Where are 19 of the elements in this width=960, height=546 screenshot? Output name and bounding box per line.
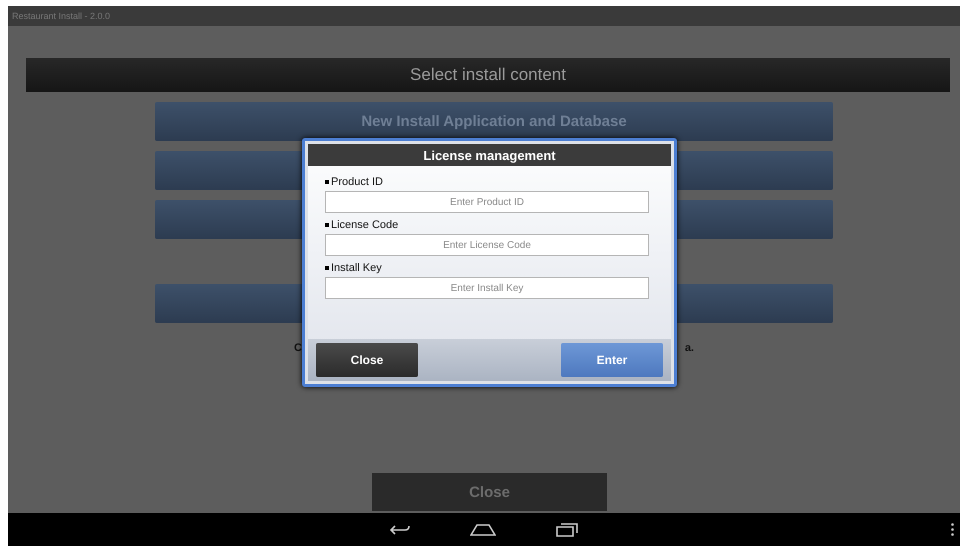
input-field[interactable]: Enter Install Key: [325, 277, 649, 299]
back-icon[interactable]: [390, 524, 410, 536]
header-title: Select install content: [410, 65, 566, 85]
home-icon[interactable]: [470, 524, 496, 536]
input-field[interactable]: Enter Product ID: [325, 191, 649, 213]
note-text: a.: [684, 342, 694, 354]
menu-icon[interactable]: [951, 523, 954, 536]
input-field[interactable]: Enter License Code: [325, 234, 649, 256]
menu-button[interactable]: New Install Application and Database: [155, 102, 833, 141]
close-button[interactable]: Close: [316, 343, 418, 377]
dialog-title: License management: [423, 148, 556, 162]
window-title: Restaurant Install - 2.0.0: [12, 11, 110, 21]
note-text: C: [294, 342, 302, 354]
recent-apps-icon[interactable]: [556, 522, 578, 536]
field-label: Install Key: [325, 262, 649, 274]
enter-button[interactable]: Enter: [561, 343, 663, 377]
field-label: License Code: [325, 219, 649, 231]
close-button[interactable]: Close: [372, 473, 607, 511]
field-label: Product ID: [325, 176, 649, 188]
